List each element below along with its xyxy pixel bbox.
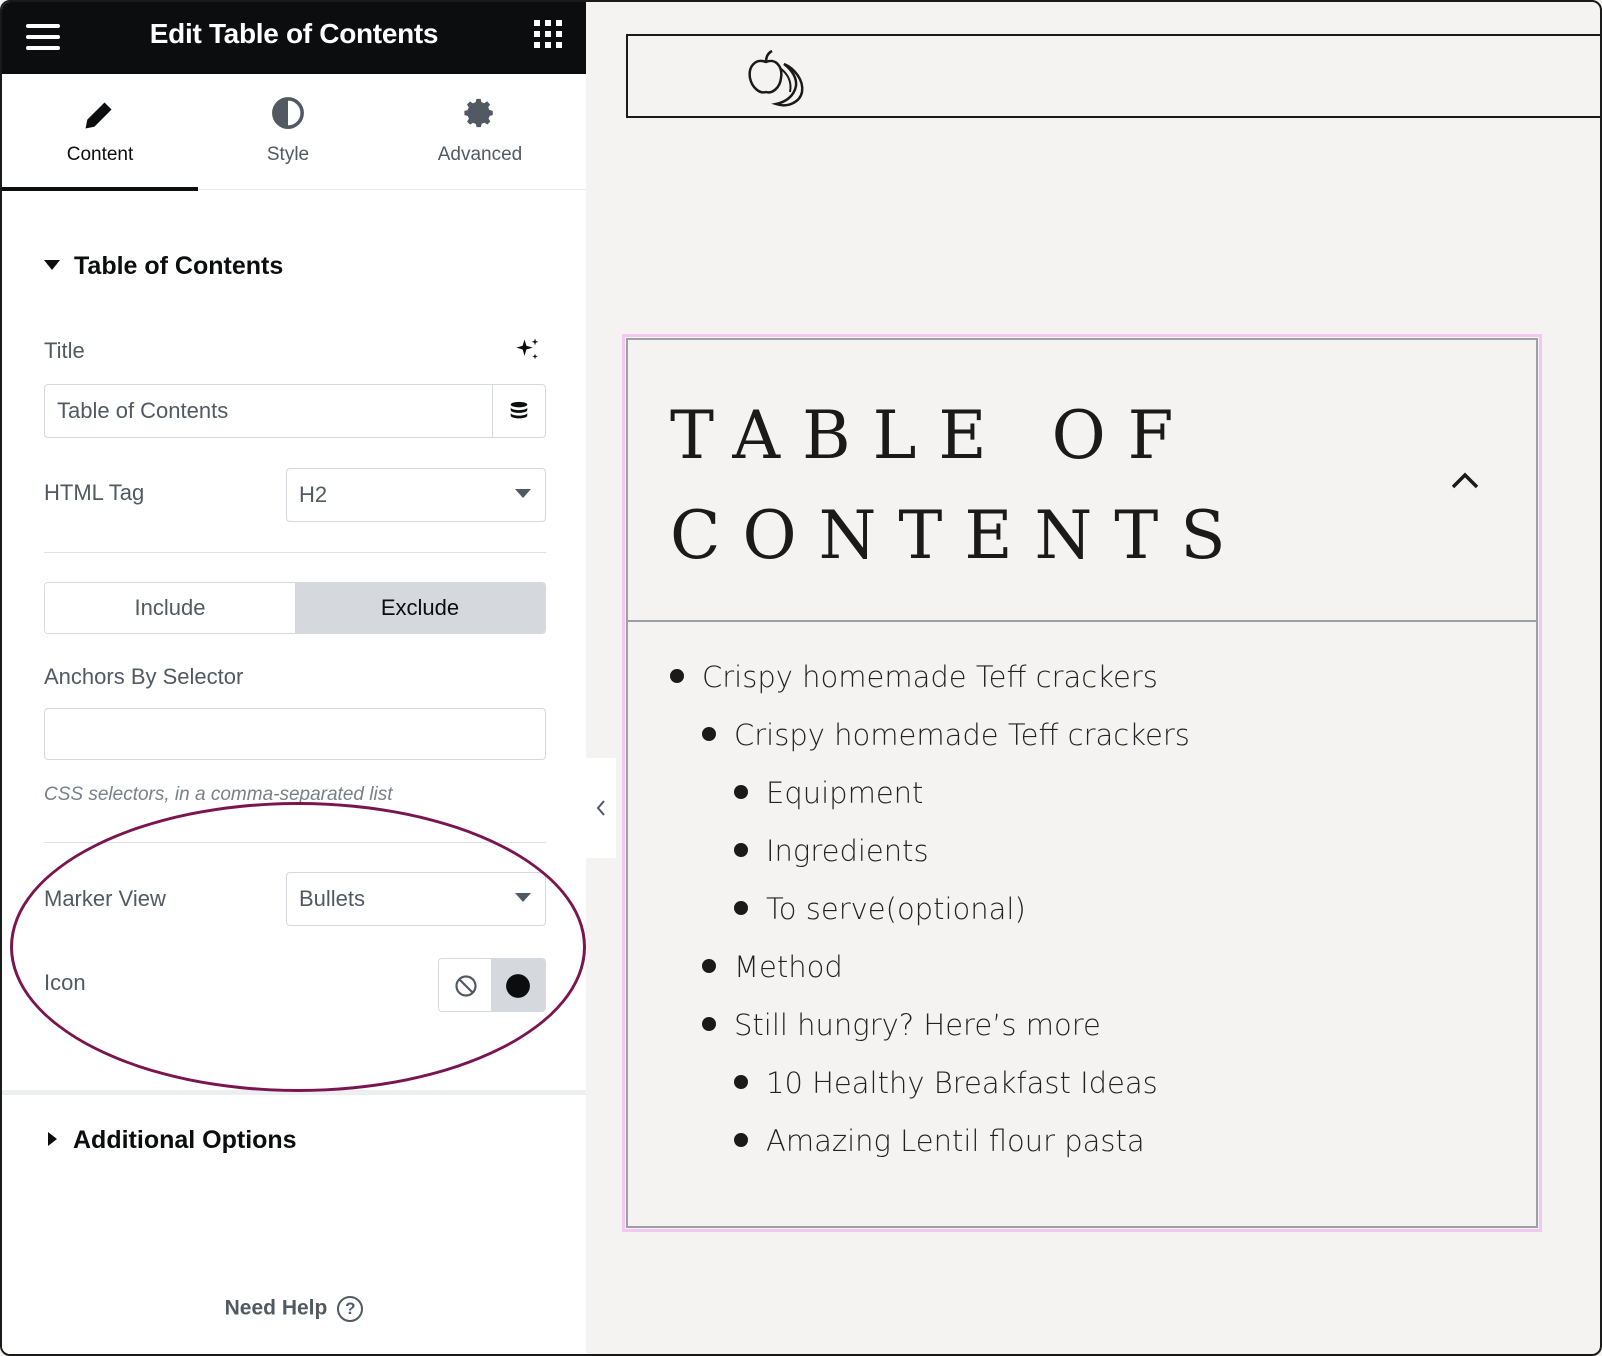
caret-down-icon: [44, 260, 60, 271]
marker-view-select[interactable]: Bullets: [286, 872, 546, 926]
bullet-dot-icon: [734, 901, 748, 915]
exclude-tab[interactable]: Exclude: [295, 583, 545, 633]
icon-choice-toggle: [438, 958, 546, 1012]
bullet-dot-icon: [702, 727, 716, 741]
section-toc-title: Table of Contents: [74, 252, 284, 280]
chevron-left-icon: [596, 800, 605, 816]
question-icon: ?: [337, 1296, 364, 1322]
highlight-ellipse: [10, 802, 586, 1092]
toc-list-item[interactable]: Equipment: [734, 776, 923, 810]
panel-tabs: Content Style Advanced: [2, 74, 586, 191]
icon-dot-option[interactable]: [491, 959, 545, 1011]
icon-label: Icon: [44, 970, 86, 995]
include-tab[interactable]: Include: [45, 583, 295, 633]
toc-divider: [628, 620, 1536, 622]
ai-sparkle-icon[interactable]: [514, 336, 542, 369]
icon-none-option[interactable]: [439, 959, 493, 1011]
window: Edit Table of Contents Content Style Adv…: [0, 0, 1602, 1356]
gear-icon: [382, 96, 578, 132]
tab-advanced-label: Advanced: [437, 144, 523, 165]
dot-icon: [506, 974, 530, 998]
toc-heading: Table of Contents: [670, 397, 1248, 574]
marker-view-value: Bullets: [299, 886, 366, 911]
toc-item-text: Amazing Lentil flour pasta: [766, 1124, 1145, 1158]
toc-list-item[interactable]: To serve(optional): [734, 892, 1026, 926]
tab-content-label: Content: [66, 144, 134, 165]
tab-style-label: Style: [266, 144, 310, 165]
fruit-logo-icon: [744, 46, 814, 115]
database-icon: [510, 401, 528, 419]
need-help-label: Need Help: [224, 1296, 328, 1320]
toc-item-text: 10 Healthy Breakfast Ideas: [766, 1066, 1158, 1100]
bullet-dot-icon: [734, 1075, 748, 1089]
include-exclude-switch: Include Exclude: [44, 582, 546, 634]
chevron-up-icon[interactable]: [1450, 470, 1480, 495]
divider: [44, 552, 546, 553]
toc-list-item[interactable]: 10 Healthy Breakfast Ideas: [734, 1066, 1158, 1100]
pencil-icon: [2, 96, 198, 132]
section-separator: [2, 1090, 586, 1095]
toc-item-text: Still hungry? Here’s more: [734, 1008, 1101, 1042]
panel-title: Edit Table of Contents: [149, 18, 439, 49]
toc-item-text: To serve(optional): [766, 892, 1026, 926]
toc-item-text: Equipment: [766, 776, 924, 810]
bullet-dot-icon: [670, 669, 684, 683]
title-label: Title: [44, 338, 85, 363]
collapse-panel-button[interactable]: [586, 758, 616, 858]
panel-header: Edit Table of Contents: [2, 2, 586, 74]
chevron-down-icon: [515, 489, 531, 498]
bullet-dot-icon: [702, 959, 716, 973]
anchors-help-text: CSS selectors, in a comma-separated list: [44, 784, 393, 805]
toc-item-text: Method: [734, 950, 843, 984]
html-tag-select[interactable]: H2: [286, 468, 546, 522]
toc-item-text: Crispy homemade Teff crackers: [734, 718, 1190, 752]
bullet-dot-icon: [702, 1017, 716, 1031]
caret-right-icon: [48, 1132, 57, 1147]
need-help-link[interactable]: Need Help?: [2, 1296, 586, 1322]
chevron-down-icon: [515, 893, 531, 902]
toc-widget[interactable]: Table of Contents Crispy homemade Teff c…: [626, 338, 1538, 1228]
toc-item-text: Ingredients: [766, 834, 929, 868]
editor-panel: Edit Table of Contents Content Style Adv…: [2, 2, 586, 1354]
dynamic-tags-button[interactable]: [492, 384, 546, 438]
toc-list-item[interactable]: Amazing Lentil flour pasta: [734, 1124, 1145, 1158]
bullet-dot-icon: [734, 1133, 748, 1147]
toc-item-text: Crispy homemade Teff crackers: [702, 660, 1158, 694]
site-header: [626, 34, 1600, 118]
anchors-selector-input[interactable]: [44, 708, 546, 760]
html-tag-label: HTML Tag: [44, 480, 145, 505]
tab-advanced[interactable]: Advanced: [382, 74, 578, 190]
toc-list-item[interactable]: Still hungry? Here’s more: [702, 1008, 1101, 1042]
half-circle-icon: [190, 96, 386, 132]
anchors-label: Anchors By Selector: [44, 664, 244, 689]
toc-list-item[interactable]: Method: [702, 950, 843, 984]
toc-list-item[interactable]: Crispy homemade Teff crackers: [702, 718, 1190, 752]
ban-icon: [455, 975, 477, 997]
toc-list-item[interactable]: Ingredients: [734, 834, 929, 868]
tab-content[interactable]: Content: [2, 74, 198, 191]
html-tag-value: H2: [299, 482, 328, 507]
grid-apps-icon[interactable]: [534, 20, 562, 48]
section-additional-title: Additional Options: [73, 1126, 297, 1154]
bullet-dot-icon: [734, 785, 748, 799]
section-additional-toggle[interactable]: Additional Options: [44, 1126, 297, 1155]
title-input[interactable]: Table of Contents: [44, 384, 492, 438]
marker-view-label: Marker View: [44, 886, 166, 911]
tab-style[interactable]: Style: [190, 74, 386, 190]
section-toc-toggle[interactable]: Table of Contents: [44, 252, 283, 281]
divider: [44, 842, 546, 843]
toc-list-item[interactable]: Crispy homemade Teff crackers: [670, 660, 1158, 694]
bullet-dot-icon: [734, 843, 748, 857]
